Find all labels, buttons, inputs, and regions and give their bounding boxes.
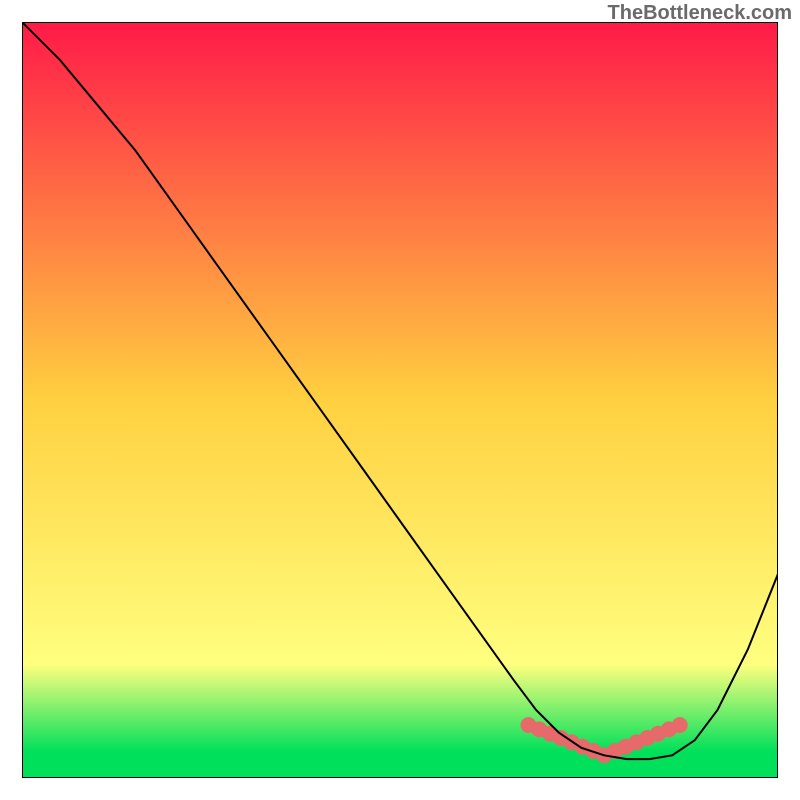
chart-svg	[22, 22, 778, 778]
optimal-marker-dot	[672, 717, 688, 733]
gradient-background	[22, 22, 778, 778]
chart-area	[22, 22, 778, 778]
